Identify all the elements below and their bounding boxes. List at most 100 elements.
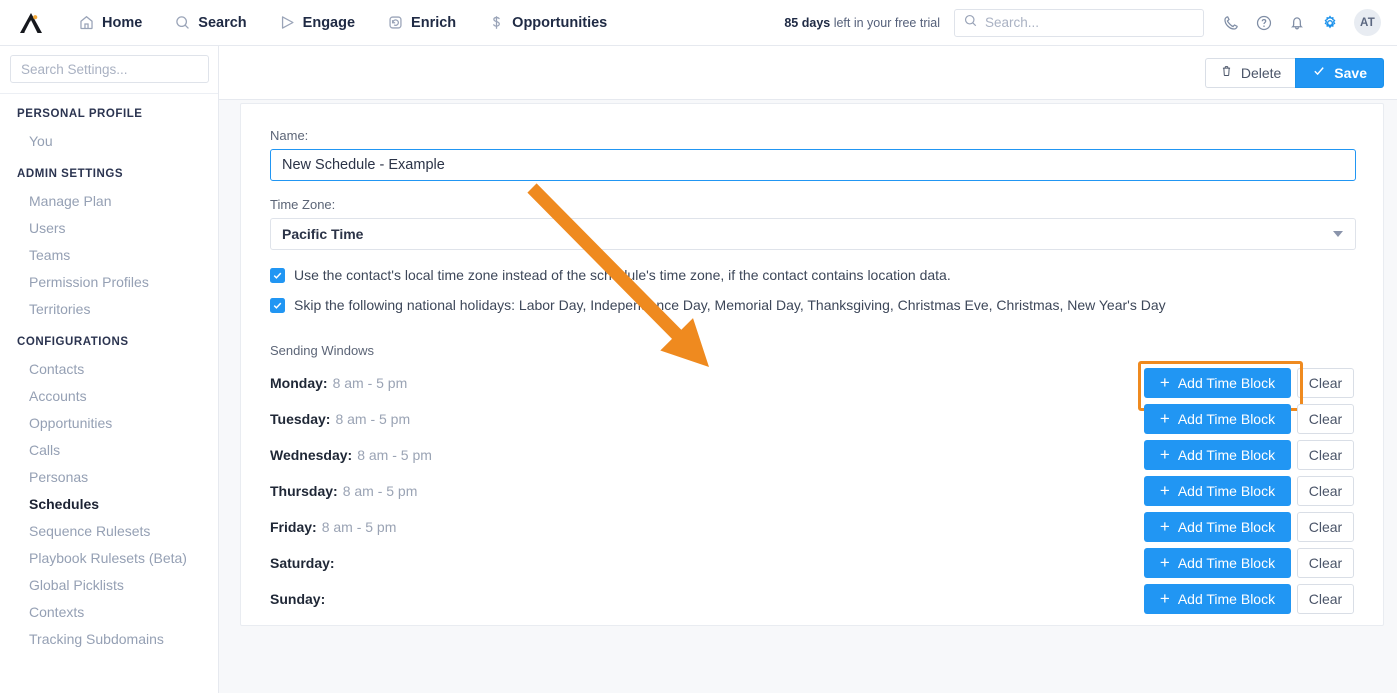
sidebar-search-box[interactable] [10,55,209,83]
avatar-initials: AT [1360,16,1375,29]
nav-item-search-label: Search [198,14,247,31]
thursday-clear-button[interactable]: Clear [1297,476,1354,506]
send-icon [279,14,296,31]
sidebar-item-schedules[interactable]: Schedules [0,490,218,517]
sending-window-row: Monday:8 am - 5 pm + Add Time Block Clear [270,361,1354,411]
top-navigation-bar: Home Search Engage Enrich Opportunities … [0,0,1397,46]
skip-holidays-checkbox[interactable] [270,298,285,313]
phone-icon[interactable] [1222,14,1240,32]
nav-item-enrich[interactable]: Enrich [371,0,472,46]
bell-icon[interactable] [1288,14,1306,32]
day-name-label: Monday [270,375,323,391]
sending-window-row: Friday:8 am - 5 pm + Add Time Block Clear [270,512,1354,542]
sidebar-item-you[interactable]: You [0,127,218,154]
day-actions: + Add Time Block Clear [1144,548,1354,578]
nav-item-enrich-label: Enrich [411,14,457,31]
sunday-add-time-block-button[interactable]: + Add Time Block [1144,584,1291,614]
local-timezone-checkbox[interactable] [270,268,285,283]
add-time-block-label: Add Time Block [1177,483,1276,499]
sidebar-item-permission-profiles[interactable]: Permission Profiles [0,268,218,295]
sidebar-item-contexts[interactable]: Contexts [0,598,218,625]
nav-item-opportunities[interactable]: Opportunities [472,0,623,46]
gear-icon[interactable] [1321,14,1339,32]
day-separator: : [333,483,338,499]
sidebar-section-title: ADMIN SETTINGS [17,168,124,180]
save-button[interactable]: Save [1295,57,1384,88]
sidebar-item-sequence-rulesets[interactable]: Sequence Rulesets [0,517,218,544]
wednesday-add-time-block-button[interactable]: + Add Time Block [1144,440,1291,470]
save-button-label: Save [1334,64,1367,81]
saturday-clear-button[interactable]: Clear [1297,548,1354,578]
friday-add-time-block-button[interactable]: + Add Time Block [1144,512,1291,542]
sidebar-item-tracking-subdomains[interactable]: Tracking Subdomains [0,625,218,652]
search-settings-input[interactable] [21,61,198,77]
header-icon-group: AT [1204,9,1397,36]
sidebar-item-personas[interactable]: Personas [0,463,218,490]
sending-window-row: Tuesday:8 am - 5 pm + Add Time Block Clear [270,404,1354,434]
search-icon [174,14,191,31]
day-actions: + Add Time Block Clear [1144,476,1354,506]
sidebar-search-wrap [0,46,218,94]
plus-icon: + [1159,373,1170,392]
day-actions: + Add Time Block Clear [1144,512,1354,542]
schedule-name-input[interactable] [270,149,1356,181]
global-search-input[interactable] [985,15,1195,30]
sidebar-item-global-picklists[interactable]: Global Picklists [0,571,218,598]
sunday-clear-button[interactable]: Clear [1297,584,1354,614]
nav-item-home-label: Home [102,14,143,31]
plus-icon: + [1159,589,1170,608]
delete-button[interactable]: Delete [1204,57,1296,88]
thursday-add-time-block-button[interactable]: + Add Time Block [1144,476,1291,506]
check-icon [1312,64,1326,81]
sidebar-section-title: CONFIGURATIONS [17,336,129,348]
monday-add-time-block-button[interactable]: + Add Time Block [1144,368,1291,398]
help-icon[interactable] [1255,14,1273,32]
day-actions: + Add Time Block Clear [1138,361,1354,411]
dollar-icon [488,14,505,31]
sidebar-item-calls[interactable]: Calls [0,436,218,463]
friday-clear-button[interactable]: Clear [1297,512,1354,542]
main-content: Delete Save Name: Time Zone: [219,46,1397,693]
trial-status-text: left in your free trial [830,15,940,30]
wednesday-clear-button[interactable]: Clear [1297,440,1354,470]
add-time-block-label: Add Time Block [1177,411,1276,427]
avatar[interactable]: AT [1354,9,1381,36]
plus-icon: + [1159,481,1170,500]
sidebar-item-users[interactable]: Users [0,214,218,241]
plus-icon: + [1159,517,1170,536]
day-name-label: Sunday [270,591,321,607]
monday-clear-button[interactable]: Clear [1297,368,1354,398]
nav-item-home[interactable]: Home [62,0,158,46]
tuesday-add-time-block-button[interactable]: + Add Time Block [1144,404,1291,434]
sidebar-item-playbook-rulesets-beta[interactable]: Playbook Rulesets (Beta) [0,544,218,571]
day-time-range: 8 am - 5 pm [335,411,411,427]
saturday-add-time-block-button[interactable]: + Add Time Block [1144,548,1291,578]
timezone-field-label: Time Zone: [270,197,336,212]
sidebar-item-manage-plan[interactable]: Manage Plan [0,187,218,214]
sidebar-sections: PERSONAL PROFILE You ADMIN SETTINGS Manage … [0,94,218,652]
name-field-label: Name: [270,128,309,143]
apollo-logo[interactable] [0,11,62,35]
day-separator: : [320,591,326,607]
sending-window-row: Thursday:8 am - 5 pm + Add Time Block Clear [270,476,1354,506]
add-time-block-label: Add Time Block [1177,591,1276,607]
sidebar-item-accounts[interactable]: Accounts [0,382,218,409]
apollo-logo-icon [20,12,42,33]
sidebar-item-territories[interactable]: Territories [0,295,218,322]
tuesday-clear-button[interactable]: Clear [1297,404,1354,434]
nav-item-engage[interactable]: Engage [263,0,371,46]
day-name-label: Wednesday [270,447,348,463]
sidebar-item-contacts[interactable]: Contacts [0,355,218,382]
day-actions: + Add Time Block Clear [1144,404,1354,434]
skip-holidays-checkbox-row[interactable]: Skip the following national holidays: La… [270,297,1354,314]
toolbar-button-group: Delete Save [1204,57,1384,88]
global-search-box[interactable] [954,8,1204,37]
sidebar-item-teams[interactable]: Teams [0,241,218,268]
nav-item-search[interactable]: Search [158,0,262,46]
sidebar-item-opportunities[interactable]: Opportunities [0,409,218,436]
day-name-label: Thursday [270,483,334,499]
local-timezone-checkbox-row[interactable]: Use the contact's local time zone instea… [270,267,1354,284]
search-icon [963,13,978,33]
day-time-range: 8 am - 5 pm [332,375,408,391]
timezone-select[interactable]: Pacific Time [270,218,1356,250]
